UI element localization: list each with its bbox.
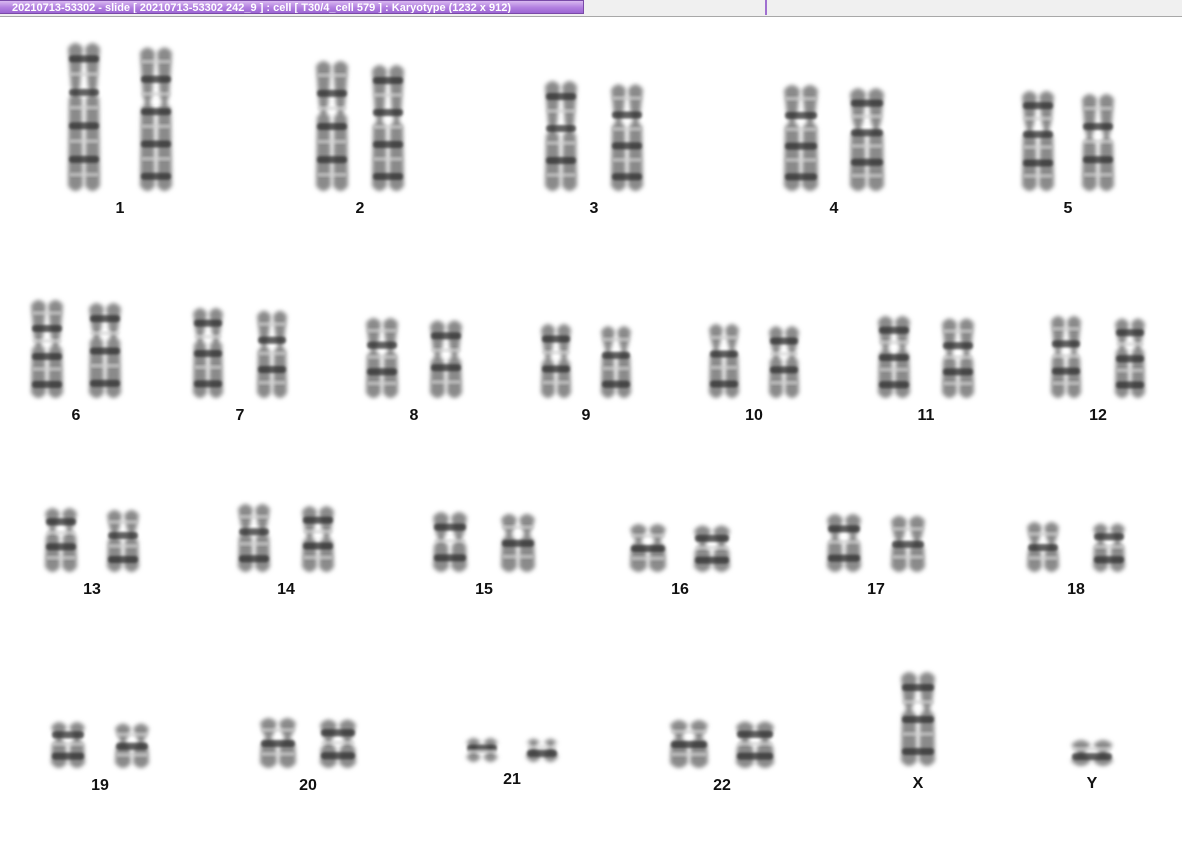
chromosome-label: 21 <box>503 771 521 788</box>
chromosome-3-b[interactable] <box>611 84 643 191</box>
chromosome-19-a[interactable] <box>51 722 85 768</box>
chromosome-8-b[interactable] <box>430 320 462 398</box>
chromosome-2-a[interactable] <box>316 61 348 191</box>
chromosome-5-b[interactable] <box>1082 94 1114 191</box>
chromosome-3-a[interactable] <box>545 81 577 191</box>
chromosome-21-b[interactable] <box>526 738 558 762</box>
tab-divider <box>765 0 767 15</box>
chromosome-22-b[interactable] <box>736 721 774 769</box>
chromosome-label: 1 <box>115 200 125 217</box>
chromosome-label: 2 <box>355 200 365 217</box>
chromosome-x[interactable] <box>901 672 935 766</box>
chromosome-22-a[interactable] <box>670 720 708 768</box>
chromosome-label: 12 <box>1089 407 1107 424</box>
chromosome-label: 4 <box>829 200 839 217</box>
chromosome-18-b[interactable] <box>1093 523 1125 572</box>
chromosome-4-b[interactable] <box>850 88 884 191</box>
chromosome-12-a[interactable] <box>1051 316 1081 398</box>
chromosome-label: 20 <box>299 777 317 794</box>
chromosome-label: 13 <box>83 581 101 598</box>
chromosome-y[interactable] <box>1071 740 1113 766</box>
chromosome-21-a[interactable] <box>466 738 498 762</box>
chromosome-19-b[interactable] <box>115 723 149 768</box>
chromosome-4-a[interactable] <box>784 85 818 191</box>
chromosome-label: 6 <box>71 407 81 424</box>
chromosome-20-a[interactable] <box>260 718 296 768</box>
chromosome-11-b[interactable] <box>942 318 974 398</box>
chromosome-label: 15 <box>475 581 493 598</box>
chromosome-label: 9 <box>581 407 591 424</box>
chromosome-9-a[interactable] <box>541 324 571 398</box>
chromosome-label: 11 <box>917 407 935 424</box>
chromosome-17-b[interactable] <box>891 515 925 572</box>
chromosome-10-b[interactable] <box>769 326 799 398</box>
chromosome-label: 7 <box>235 407 245 424</box>
chromosome-2-b[interactable] <box>372 64 404 191</box>
chromosome-label: 22 <box>713 777 731 794</box>
chromosome-label: 10 <box>745 407 763 424</box>
chromosome-label: 16 <box>671 581 689 598</box>
chromosome-1-a[interactable] <box>68 43 100 191</box>
chromosome-14-b[interactable] <box>302 506 334 572</box>
chromosome-11-a[interactable] <box>878 316 910 398</box>
chromosome-6-a[interactable] <box>31 300 63 398</box>
chromosome-7-b[interactable] <box>257 310 287 398</box>
chromosome-18-a[interactable] <box>1027 522 1059 572</box>
chromosome-label: 3 <box>589 200 599 217</box>
chromosome-label: 5 <box>1063 200 1073 217</box>
chromosome-16-a[interactable] <box>630 524 666 572</box>
chromosome-16-b[interactable] <box>694 525 730 573</box>
chromosome-label: 19 <box>91 777 109 794</box>
chromosome-label: X <box>912 775 924 792</box>
chromosome-5-a[interactable] <box>1022 91 1054 191</box>
chromosome-9-b[interactable] <box>601 326 631 398</box>
chromosome-label: 14 <box>277 581 295 598</box>
chromosome-label: Y <box>1086 775 1098 792</box>
chromosome-20-b[interactable] <box>320 719 356 768</box>
chromosome-label: 8 <box>409 407 419 424</box>
chromosome-12-b[interactable] <box>1115 318 1145 398</box>
chromosome-label: 17 <box>867 581 885 598</box>
chromosome-1-b[interactable] <box>140 47 172 192</box>
chromosome-15-b[interactable] <box>501 513 535 572</box>
chromosome-6-b[interactable] <box>89 303 121 398</box>
chromosome-13-a[interactable] <box>45 508 77 572</box>
window-title-tab[interactable]: 20210713-53302 - slide [ 20210713-53302 … <box>0 0 584 14</box>
chromosome-label: 18 <box>1067 581 1085 598</box>
chromosome-17-a[interactable] <box>827 514 861 572</box>
chromosome-8-a[interactable] <box>366 318 398 398</box>
chromosome-10-a[interactable] <box>709 324 739 398</box>
chromosome-7-a[interactable] <box>193 308 223 398</box>
chromosome-15-a[interactable] <box>433 512 467 572</box>
title-bar: 20210713-53302 - slide [ 20210713-53302 … <box>0 0 1182 17</box>
chromosome-14-a[interactable] <box>238 504 270 572</box>
karyotype-panel: 1 2 3 4 5 6 7 8 9 10 11 12 13 14 15 16 17 18 19 20 21 22 X Y <box>0 17 1182 859</box>
chromosome-13-b[interactable] <box>107 509 139 572</box>
